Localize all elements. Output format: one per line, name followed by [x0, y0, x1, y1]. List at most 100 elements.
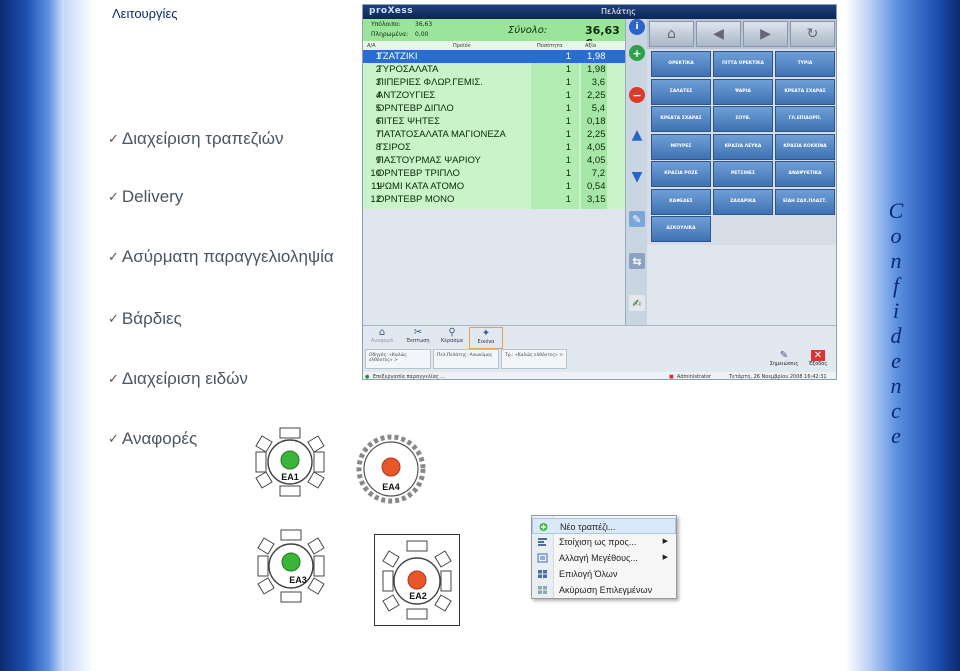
- category-button[interactable]: ΣΟΥΒ.: [713, 106, 773, 132]
- category-button[interactable]: ΣΑΛΑΤΕΣ: [651, 78, 711, 105]
- table-label: EA1: [281, 472, 299, 482]
- category-button[interactable]: ΚΡΕΑΤΑ ΣΧΑΡΑΣ: [651, 106, 711, 132]
- table-ea2[interactable]: EA2: [374, 534, 460, 626]
- order-cell-val: 3,15: [587, 194, 606, 205]
- slide-title: Λειτουργίες: [112, 6, 178, 21]
- category-button[interactable]: ΖΑΧΑΡΙΚΑ: [713, 188, 773, 215]
- category-button[interactable]: ΚΡΑΣΙΑ ΚΟΚΚΙΝΑ: [775, 133, 835, 160]
- paid-label: Πληρωμένα:: [371, 31, 409, 38]
- image-button[interactable]: ✦ Εικόνα: [469, 327, 503, 349]
- report-button[interactable]: ⌂ Αναφορά: [365, 327, 399, 349]
- confidence-letter: n: [890, 248, 902, 273]
- category-button[interactable]: ΕΙΔΗ ΖΑΧ.ΠΛΑΣΤ.: [775, 188, 835, 215]
- check-icon: ✓: [108, 371, 119, 386]
- category-grid: ΟΡΕΚΤΙΚΑ ΠΙΤΤΑ ΟΡΕΚΤΙΚΑ ΤΥΡΙΑ ΣΑΛΑΤΕΣ ΨΑΡΙΑ Κ…: [647, 49, 836, 245]
- category-button[interactable]: ΚΡΑΣΙΑ ΡΟΖΕ: [651, 161, 711, 187]
- submenu-arrow-icon: ▶: [662, 554, 668, 561]
- order-row[interactable]: 7 ΠΑΤΑΤΟΣΑΛΑΤΑ ΜΑΓΙΟΝΕΖΑ 1 2,25: [363, 128, 625, 141]
- context-item-select-all[interactable]: Επιλογή Όλων: [532, 566, 676, 582]
- feature-item: ✓ Delivery: [108, 187, 184, 206]
- info-icon[interactable]: i: [629, 19, 645, 35]
- info-box[interactable]: Τρ.: «Καλώς ελθόντες» >: [501, 349, 567, 369]
- category-button[interactable]: ΚΡΑΣΙΑ ΛΕΥΚΑ: [713, 133, 773, 160]
- category-button[interactable]: ΨΑΡΙΑ: [713, 78, 773, 105]
- order-cell-name: ΠΙΠΕΡΙΕΣ ΦΛΩΡ.ΓΕΜΙΣ.: [377, 77, 483, 88]
- up-arrow-icon[interactable]: ▲: [629, 127, 645, 143]
- context-item-cancel-selection[interactable]: Ακύρωση Επιλεγμένων: [532, 582, 676, 598]
- category-button[interactable]: ΚΑΦΕΔΕΣ: [651, 188, 711, 215]
- feature-item: ✓ Ασύρματη παραγγελιοληψία: [108, 247, 334, 266]
- edit-item-icon[interactable]: ✎: [629, 211, 645, 227]
- order-cell-name: ΟΡΝΤΕΒΡ ΜΟΝΟ: [377, 194, 455, 205]
- order-row[interactable]: 5 ΟΡΝΤΕΒΡ ΔΙΠΛΟ 1 5,4: [363, 102, 625, 115]
- info-box[interactable]: Οδηγός: «Καλώς ελθόντες» >: [365, 349, 431, 369]
- check-icon: ✓: [108, 131, 119, 146]
- pos-titlebar: proXess Πελάτης: [363, 5, 836, 19]
- table-ea3[interactable]: EA3: [256, 528, 326, 604]
- remaining-label: Υπόλοιπο:: [371, 21, 401, 28]
- confidence-letter: d: [890, 323, 902, 348]
- cancel-selection-icon: [538, 586, 547, 594]
- confidence-letter: o: [890, 223, 902, 248]
- discount-button[interactable]: ✂ Έκπτωση: [401, 327, 435, 349]
- round-table-icon: [257, 529, 325, 603]
- context-item-align[interactable]: Στοίχιση ως προς... ▶: [532, 534, 676, 550]
- note-icon[interactable]: ✍: [629, 295, 645, 311]
- add-icon[interactable]: +: [629, 45, 645, 61]
- category-button[interactable]: ΤΥΡΙΑ: [775, 51, 835, 77]
- paid-value: 0,00: [415, 31, 429, 38]
- order-cell-qty: 1: [565, 142, 571, 153]
- order-row[interactable]: 9 ΠΑΣΤΟΥΡΜΑΣ ΨΑΡΙΟΥ 1 4,05: [363, 154, 625, 167]
- order-cell-qty: 1: [565, 103, 571, 114]
- order-row[interactable]: 4 ΑΝΤΖΟΥΓΙΕΣ 1 2,25: [363, 89, 625, 102]
- exit-button[interactable]: ✕ Έξοδος: [803, 350, 833, 372]
- category-button[interactable]: ΑΣΚΟΥΛΙΚΑ: [651, 216, 711, 242]
- context-item-new-table[interactable]: Νέο τραπέζι...: [532, 518, 676, 534]
- order-cell-qty: 1: [565, 77, 571, 88]
- discount-icon: ✂: [413, 327, 423, 338]
- search-icon: ⚲: [448, 327, 456, 338]
- confidence-letter: c: [891, 398, 901, 423]
- down-arrow-icon[interactable]: ▼: [629, 169, 645, 185]
- order-row[interactable]: 10 ΟΡΝΤΕΒΡ ΤΡΙΠΛΟ 1 7,2: [363, 167, 625, 180]
- category-button[interactable]: ΠΙΤΤΑ ΟΡΕΚΤΙΚΑ: [713, 51, 773, 77]
- order-cell-name: ΨΩΜΙ ΚΑΤΑ ΑΤΟΜΟ: [377, 181, 465, 192]
- order-row[interactable]: 2 ΤΥΡΟΣΑΛΑΤΑ 1 1,98: [363, 63, 625, 76]
- order-row[interactable]: 12 ΟΡΝΤΕΒΡ ΜΟΝΟ 1 3,15: [363, 193, 625, 206]
- refresh-icon[interactable]: ↻: [790, 21, 835, 47]
- remaining-value: 36,63: [415, 21, 433, 28]
- order-row[interactable]: 11 ΨΩΜΙ ΚΑΤΑ ΑΤΟΜΟ 1 0,54: [363, 180, 625, 193]
- split-icon[interactable]: ⇆: [629, 253, 645, 269]
- treat-button[interactable]: ⚲ Κέρασμα: [435, 327, 469, 349]
- new-table-icon: [539, 523, 548, 531]
- category-button[interactable]: ΑΝΑΨΥΚΤΙΚΑ: [775, 161, 835, 187]
- forward-arrow-icon[interactable]: ▶: [743, 21, 788, 47]
- category-button[interactable]: ΟΡΕΚΤΙΚΑ: [651, 51, 711, 77]
- category-nav: ⌂ ◀ ▶ ↻: [647, 19, 836, 49]
- notes-button[interactable]: ✎ Σημειώσεις: [769, 350, 799, 372]
- order-row[interactable]: 8 ΤΣΙΡΟΣ 1 4,05: [363, 141, 625, 154]
- remove-icon[interactable]: −: [629, 87, 645, 103]
- col-header: Ποσότητα: [537, 43, 563, 49]
- order-row[interactable]: 3 ΠΙΠΕΡΙΕΣ ΦΛΩΡ.ΓΕΜΙΣ. 1 3,6: [363, 76, 625, 89]
- order-row[interactable]: 6 ΠΙΤΕΣ ΨΗΤΕΣ 1 0,18: [363, 115, 625, 128]
- pos-bottom-bar: ⌂ Αναφορά ✂ Έκπτωση ⚲ Κέρασμα ✦ Εικόνα Οδηγό…: [363, 325, 836, 379]
- category-button[interactable]: ΜΠΥΡΕΣ: [651, 133, 711, 160]
- pos-status-bar: ● Επεξεργασία παραγγελίας ... ■ Administ…: [363, 372, 836, 379]
- category-button[interactable]: ΡΕΤΣΙΝΕΣ: [713, 161, 773, 187]
- back-arrow-icon[interactable]: ◀: [696, 21, 741, 47]
- table-ea4[interactable]: EA4: [356, 434, 426, 504]
- table-ea1[interactable]: EA1: [252, 424, 328, 500]
- order-cell-name: ΠΙΤΕΣ ΨΗΤΕΣ: [377, 116, 440, 127]
- home-icon[interactable]: ⌂: [649, 21, 694, 47]
- confidence-vertical: Confidence: [876, 198, 916, 448]
- round-table-icon: [255, 427, 325, 497]
- context-item-resize[interactable]: Αλλαγή Μεγέθους... ▶: [532, 550, 676, 566]
- category-button[interactable]: ΚΡΕΑΤΑ ΣΧΑΡΑΣ: [775, 78, 835, 105]
- order-cell-name: ΠΑΣΤΟΥΡΜΑΣ ΨΑΡΙΟΥ: [377, 155, 481, 166]
- order-cell-name: ΤΣΙΡΟΣ: [377, 142, 411, 153]
- order-row[interactable]: 1 ΤΖΑΤΖΙΚΙ 1 1,98: [363, 50, 625, 63]
- feature-item: ✓ Αναφορές: [108, 429, 198, 448]
- category-button[interactable]: ΓΛ.ΕΠΙΔΟΡΠ.: [775, 106, 835, 132]
- info-box[interactable]: Πελ.Πελάτης: Ανωνύμος: [433, 349, 499, 369]
